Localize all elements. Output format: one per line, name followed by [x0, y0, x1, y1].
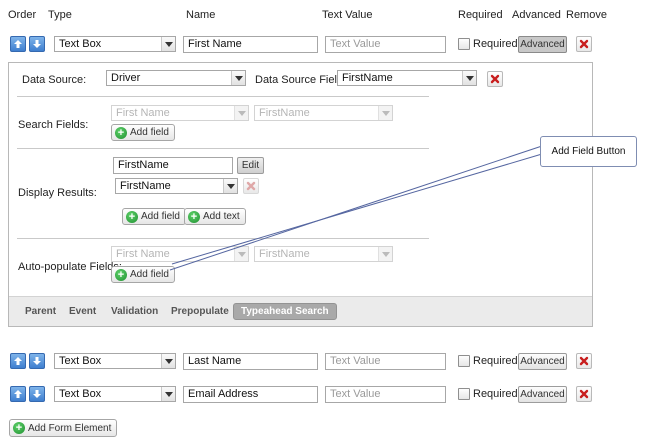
close-icon [579, 389, 589, 399]
type-select-value: Text Box [59, 388, 102, 400]
arrow-up-icon [14, 390, 22, 398]
type-select[interactable]: Text Box [54, 386, 176, 402]
callout-add-field-button: Add Field Button [540, 136, 637, 167]
name-input[interactable]: Last Name [183, 353, 318, 370]
move-up-button[interactable] [10, 386, 26, 402]
remove-button[interactable] [576, 386, 592, 402]
required-checkbox[interactable] [458, 388, 470, 400]
arrow-down-icon [33, 390, 41, 398]
remove-button[interactable] [576, 353, 592, 369]
chevron-down-icon [161, 387, 175, 401]
required-label: Required [473, 388, 518, 400]
type-select-value: Text Box [59, 355, 102, 367]
required-checkbox[interactable] [458, 355, 470, 367]
add-form-element-button[interactable]: + Add Form Element [9, 419, 118, 437]
close-icon [579, 356, 589, 366]
plus-icon: + [13, 422, 25, 434]
move-up-button[interactable] [10, 353, 26, 369]
required-label: Required [473, 355, 518, 367]
add-form-element-label: Add Form Element [28, 422, 112, 434]
move-down-button[interactable] [29, 353, 45, 369]
arrow-down-icon [33, 357, 41, 365]
advanced-button[interactable]: Advanced [518, 353, 567, 370]
text-value-input[interactable]: Text Value [325, 386, 446, 403]
type-select[interactable]: Text Box [54, 353, 176, 369]
advanced-button[interactable]: Advanced [518, 386, 567, 403]
callout-connector [169, 145, 543, 271]
name-input[interactable]: Email Address [183, 386, 318, 403]
chevron-down-icon [161, 354, 175, 368]
move-down-button[interactable] [29, 386, 45, 402]
arrow-up-icon [14, 357, 22, 365]
text-value-input[interactable]: Text Value [325, 353, 446, 370]
